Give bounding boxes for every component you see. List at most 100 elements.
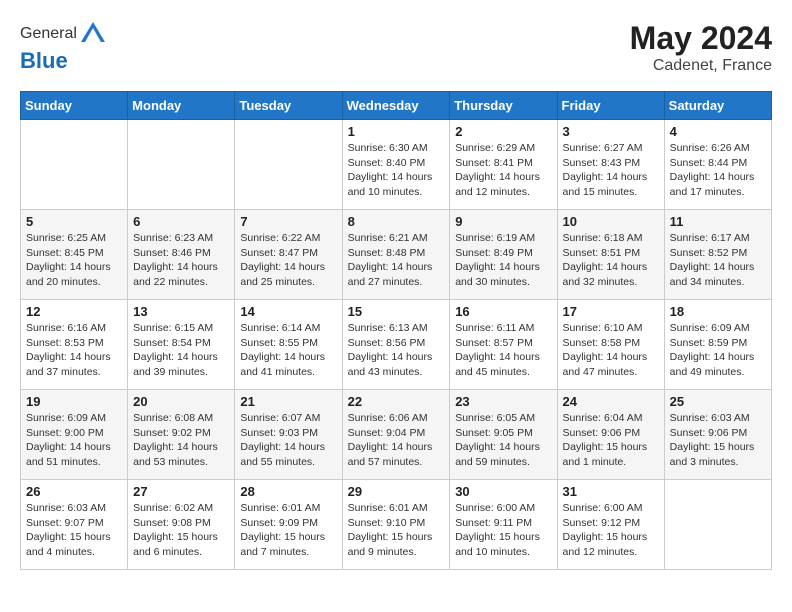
day-info: Sunrise: 6:30 AM Sunset: 8:40 PM Dayligh… xyxy=(348,141,445,200)
day-info: Sunrise: 6:11 AM Sunset: 8:57 PM Dayligh… xyxy=(455,321,551,380)
month-year: May 2024 xyxy=(630,20,772,57)
logo-blue-text: Blue xyxy=(20,48,68,73)
day-number: 19 xyxy=(26,394,122,409)
day-number: 17 xyxy=(563,304,659,319)
calendar-cell: 26 Sunrise: 6:03 AM Sunset: 9:07 PM Dayli… xyxy=(21,480,128,570)
day-number: 16 xyxy=(455,304,551,319)
calendar-cell: 21Sunrise: 6:07 AM Sunset: 9:03 PM Dayli… xyxy=(235,390,342,480)
calendar-cell: 7 Sunrise: 6:22 AM Sunset: 8:47 PM Daylig… xyxy=(235,210,342,300)
day-number: 27 xyxy=(133,484,229,499)
day-number: 18 xyxy=(670,304,766,319)
day-info: Sunrise: 6:14 AM Sunset: 8:55 PM Dayligh… xyxy=(240,321,336,380)
calendar-header-sunday: Sunday xyxy=(21,92,128,120)
calendar-cell: 28Sunrise: 6:01 AM Sunset: 9:09 PM Dayli… xyxy=(235,480,342,570)
calendar-cell: 6Sunrise: 6:23 AM Sunset: 8:46 PM Daylig… xyxy=(128,210,235,300)
day-number: 15 xyxy=(348,304,445,319)
day-number: 7 xyxy=(240,214,336,229)
day-number: 31 xyxy=(563,484,659,499)
day-number: 14 xyxy=(240,304,336,319)
day-number: 29 xyxy=(348,484,445,499)
calendar-cell: 29 Sunrise: 6:01 AM Sunset: 9:10 PM Dayli… xyxy=(342,480,450,570)
calendar-cell: 30 Sunrise: 6:00 AM Sunset: 9:11 PM Dayli… xyxy=(450,480,557,570)
page-header: General Blue May 2024 Cadenet, France xyxy=(20,20,772,75)
calendar-table: SundayMondayTuesdayWednesdayThursdayFrid… xyxy=(20,91,772,570)
calendar-week-row: 19 Sunrise: 6:09 AM Sunset: 9:00 PM Dayli… xyxy=(21,390,772,480)
day-info: Sunrise: 6:09 AM Sunset: 9:00 PM Dayligh… xyxy=(26,411,122,470)
calendar-cell: 15 Sunrise: 6:13 AM Sunset: 8:56 PM Dayli… xyxy=(342,300,450,390)
day-number: 13 xyxy=(133,304,229,319)
calendar-cell: 9Sunrise: 6:19 AM Sunset: 8:49 PM Daylig… xyxy=(450,210,557,300)
day-number: 9 xyxy=(455,214,551,229)
calendar-cell: 4 Sunrise: 6:26 AM Sunset: 8:44 PM Daylig… xyxy=(664,120,771,210)
logo-general-text: General xyxy=(20,25,77,43)
calendar-week-row: 12 Sunrise: 6:16 AM Sunset: 8:53 PM Dayli… xyxy=(21,300,772,390)
day-info: Sunrise: 6:25 AM Sunset: 8:45 PM Dayligh… xyxy=(26,231,122,290)
calendar-cell: 27 Sunrise: 6:02 AM Sunset: 9:08 PM Dayli… xyxy=(128,480,235,570)
day-number: 28 xyxy=(240,484,336,499)
calendar-cell: 24 Sunrise: 6:04 AM Sunset: 9:06 PM Dayli… xyxy=(557,390,664,480)
calendar-cell: 25Sunrise: 6:03 AM Sunset: 9:06 PM Dayli… xyxy=(664,390,771,480)
day-info: Sunrise: 6:22 AM Sunset: 8:47 PM Dayligh… xyxy=(240,231,336,290)
day-info: Sunrise: 6:27 AM Sunset: 8:43 PM Dayligh… xyxy=(563,141,659,200)
day-number: 5 xyxy=(26,214,122,229)
day-info: Sunrise: 6:18 AM Sunset: 8:51 PM Dayligh… xyxy=(563,231,659,290)
calendar-cell: 13 Sunrise: 6:15 AM Sunset: 8:54 PM Dayli… xyxy=(128,300,235,390)
day-info: Sunrise: 6:13 AM Sunset: 8:56 PM Dayligh… xyxy=(348,321,445,380)
day-number: 24 xyxy=(563,394,659,409)
calendar-cell: 8Sunrise: 6:21 AM Sunset: 8:48 PM Daylig… xyxy=(342,210,450,300)
calendar-cell: 11 Sunrise: 6:17 AM Sunset: 8:52 PM Dayli… xyxy=(664,210,771,300)
day-info: Sunrise: 6:03 AM Sunset: 9:06 PM Dayligh… xyxy=(670,411,766,470)
calendar-cell: 20Sunrise: 6:08 AM Sunset: 9:02 PM Dayli… xyxy=(128,390,235,480)
day-number: 10 xyxy=(563,214,659,229)
calendar-cell: 5 Sunrise: 6:25 AM Sunset: 8:45 PM Daylig… xyxy=(21,210,128,300)
logo: General Blue xyxy=(20,20,107,74)
day-info: Sunrise: 6:16 AM Sunset: 8:53 PM Dayligh… xyxy=(26,321,122,380)
day-info: Sunrise: 6:01 AM Sunset: 9:10 PM Dayligh… xyxy=(348,501,445,560)
calendar-cell: 23 Sunrise: 6:05 AM Sunset: 9:05 PM Dayli… xyxy=(450,390,557,480)
day-number: 12 xyxy=(26,304,122,319)
calendar-cell xyxy=(235,120,342,210)
day-info: Sunrise: 6:02 AM Sunset: 9:08 PM Dayligh… xyxy=(133,501,229,560)
calendar-cell: 1 Sunrise: 6:30 AM Sunset: 8:40 PM Daylig… xyxy=(342,120,450,210)
calendar-cell xyxy=(128,120,235,210)
day-number: 23 xyxy=(455,394,551,409)
calendar-week-row: 5 Sunrise: 6:25 AM Sunset: 8:45 PM Daylig… xyxy=(21,210,772,300)
calendar-week-row: 26 Sunrise: 6:03 AM Sunset: 9:07 PM Dayli… xyxy=(21,480,772,570)
day-info: Sunrise: 6:04 AM Sunset: 9:06 PM Dayligh… xyxy=(563,411,659,470)
day-number: 22 xyxy=(348,394,445,409)
day-info: Sunrise: 6:06 AM Sunset: 9:04 PM Dayligh… xyxy=(348,411,445,470)
day-number: 8 xyxy=(348,214,445,229)
calendar-header-monday: Monday xyxy=(128,92,235,120)
day-number: 21 xyxy=(240,394,336,409)
day-info: Sunrise: 6:15 AM Sunset: 8:54 PM Dayligh… xyxy=(133,321,229,380)
day-info: Sunrise: 6:26 AM Sunset: 8:44 PM Dayligh… xyxy=(670,141,766,200)
day-number: 30 xyxy=(455,484,551,499)
calendar-cell: 22 Sunrise: 6:06 AM Sunset: 9:04 PM Dayli… xyxy=(342,390,450,480)
calendar-cell: 3Sunrise: 6:27 AM Sunset: 8:43 PM Daylig… xyxy=(557,120,664,210)
calendar-header-friday: Friday xyxy=(557,92,664,120)
calendar-cell: 12 Sunrise: 6:16 AM Sunset: 8:53 PM Dayli… xyxy=(21,300,128,390)
title-block: May 2024 Cadenet, France xyxy=(630,20,772,75)
day-number: 11 xyxy=(670,214,766,229)
calendar-cell: 31Sunrise: 6:00 AM Sunset: 9:12 PM Dayli… xyxy=(557,480,664,570)
day-number: 2 xyxy=(455,124,551,139)
day-number: 26 xyxy=(26,484,122,499)
day-info: Sunrise: 6:10 AM Sunset: 8:58 PM Dayligh… xyxy=(563,321,659,380)
calendar-header-thursday: Thursday xyxy=(450,92,557,120)
day-number: 4 xyxy=(670,124,766,139)
calendar-header-wednesday: Wednesday xyxy=(342,92,450,120)
day-info: Sunrise: 6:05 AM Sunset: 9:05 PM Dayligh… xyxy=(455,411,551,470)
day-info: Sunrise: 6:08 AM Sunset: 9:02 PM Dayligh… xyxy=(133,411,229,470)
calendar-cell: 2Sunrise: 6:29 AM Sunset: 8:41 PM Daylig… xyxy=(450,120,557,210)
day-number: 1 xyxy=(348,124,445,139)
calendar-cell: 17 Sunrise: 6:10 AM Sunset: 8:58 PM Dayli… xyxy=(557,300,664,390)
day-info: Sunrise: 6:17 AM Sunset: 8:52 PM Dayligh… xyxy=(670,231,766,290)
day-info: Sunrise: 6:00 AM Sunset: 9:11 PM Dayligh… xyxy=(455,501,551,560)
calendar-cell: 18 Sunrise: 6:09 AM Sunset: 8:59 PM Dayli… xyxy=(664,300,771,390)
day-info: Sunrise: 6:09 AM Sunset: 8:59 PM Dayligh… xyxy=(670,321,766,380)
day-info: Sunrise: 6:03 AM Sunset: 9:07 PM Dayligh… xyxy=(26,501,122,560)
calendar-cell xyxy=(664,480,771,570)
calendar-header-row: SundayMondayTuesdayWednesdayThursdayFrid… xyxy=(21,92,772,120)
calendar-cell: 10 Sunrise: 6:18 AM Sunset: 8:51 PM Dayli… xyxy=(557,210,664,300)
calendar-header-tuesday: Tuesday xyxy=(235,92,342,120)
